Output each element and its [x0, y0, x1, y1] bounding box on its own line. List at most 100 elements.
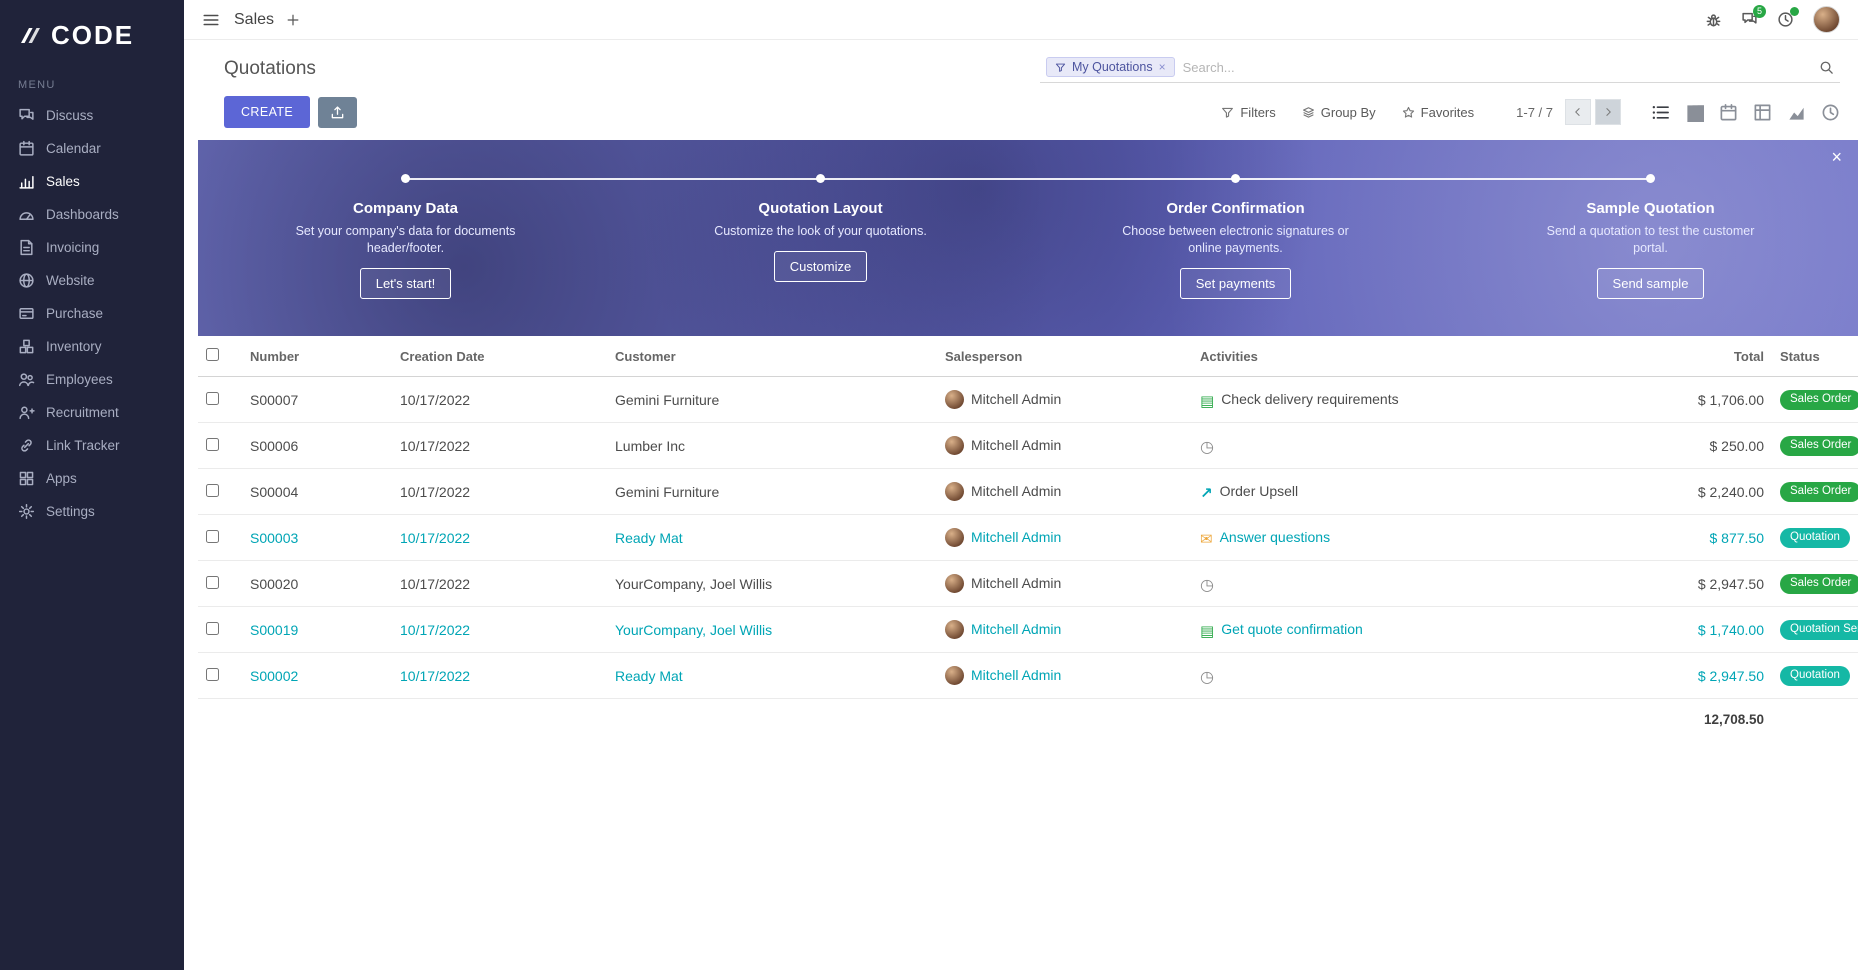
activity-list-icon[interactable]: ▤	[1200, 394, 1214, 409]
sidebar-item-label: Link Tracker	[46, 438, 120, 453]
cell-total: $ 1,706.00	[1677, 377, 1772, 423]
step-quotation-layout: Quotation Layout Customize the look of y…	[613, 140, 1028, 336]
activity-clock-icon[interactable]: ◷	[1200, 439, 1214, 455]
table-row[interactable]: S00002 10/17/2022 Ready Mat Mitchell Adm…	[198, 653, 1858, 699]
sidebar-item-invoicing[interactable]: Invoicing	[0, 231, 184, 264]
sidebar-item-calendar[interactable]: Calendar	[0, 132, 184, 165]
sidebar-item-label: Inventory	[46, 339, 102, 354]
row-checkbox[interactable]	[206, 484, 219, 497]
sidebar-item-apps[interactable]: Apps	[0, 462, 184, 495]
table-row[interactable]: S00003 10/17/2022 Ready Mat Mitchell Adm…	[198, 515, 1858, 561]
graph-view-button[interactable]	[1787, 103, 1806, 122]
facet-remove-icon[interactable]: ×	[1159, 60, 1166, 74]
pivot-view-button[interactable]	[1753, 103, 1772, 122]
topbar-right: 5	[1705, 6, 1840, 33]
step-dot	[816, 174, 825, 183]
control-panel: Quotations My Quotations × CREATE	[184, 40, 1858, 140]
sidebar-item-purchase[interactable]: Purchase	[0, 297, 184, 330]
status-badge: Sales Order	[1780, 436, 1858, 456]
sidebar-item-dashboards[interactable]: Dashboards	[0, 198, 184, 231]
current-app-name[interactable]: Sales	[234, 11, 274, 29]
search-bar[interactable]: My Quotations ×	[1040, 54, 1840, 83]
table-row[interactable]: S00007 10/17/2022 Gemini Furniture Mitch…	[198, 377, 1858, 423]
cell-customer: Gemini Furniture	[607, 377, 937, 423]
search-icon[interactable]	[1819, 60, 1834, 75]
salesperson-avatar	[945, 482, 964, 501]
kanban-view-button[interactable]	[1685, 103, 1704, 122]
brand-logo-icon	[18, 24, 42, 48]
lets-start-button[interactable]: Let's start!	[360, 268, 452, 299]
sidebar-item-website[interactable]: Website	[0, 264, 184, 297]
sidebar-item-settings[interactable]: Settings	[0, 495, 184, 528]
column-header-number[interactable]: Number	[242, 336, 392, 377]
brand-logo[interactable]: CODE	[0, 0, 184, 67]
sidebar-item-employees[interactable]: Employees	[0, 363, 184, 396]
cell-salesperson: Mitchell Admin	[937, 377, 1192, 423]
step-company-data: Company Data Set your company's data for…	[198, 140, 613, 336]
row-checkbox[interactable]	[206, 392, 219, 405]
status-badge: Quotation	[1780, 666, 1850, 686]
salesperson-avatar	[945, 574, 964, 593]
column-header-total[interactable]: Total	[1677, 336, 1772, 377]
sidebar-item-sales[interactable]: Sales	[0, 165, 184, 198]
column-header-customer[interactable]: Customer	[607, 336, 937, 377]
pager-previous-button[interactable]	[1565, 99, 1591, 125]
cell-total: $ 877.50	[1677, 515, 1772, 561]
sidebar-item-link-tracker[interactable]: Link Tracker	[0, 429, 184, 462]
row-checkbox[interactable]	[206, 622, 219, 635]
user-avatar[interactable]	[1813, 6, 1840, 33]
cell-number: S00019	[242, 607, 392, 653]
sidebar-item-label: Settings	[46, 504, 95, 519]
set-payments-button[interactable]: Set payments	[1180, 268, 1292, 299]
column-header-creation-date[interactable]: Creation Date	[392, 336, 607, 377]
search-facet[interactable]: My Quotations ×	[1046, 57, 1175, 77]
step-title: Company Data	[353, 200, 458, 217]
favorites-button[interactable]: Favorites	[1402, 105, 1474, 120]
debug-bug-icon[interactable]	[1705, 11, 1722, 28]
create-button[interactable]: CREATE	[224, 96, 310, 128]
messages-icon[interactable]: 5	[1741, 11, 1758, 28]
column-header-status[interactable]: Status	[1772, 336, 1858, 377]
add-tab-icon[interactable]	[286, 13, 300, 27]
quotations-table: Number Creation Date Customer Salesperso…	[198, 336, 1858, 741]
table-row[interactable]: S00006 10/17/2022 Lumber Inc Mitchell Ad…	[198, 423, 1858, 469]
row-checkbox[interactable]	[206, 438, 219, 451]
cell-status: Quotation	[1772, 515, 1858, 561]
row-checkbox[interactable]	[206, 530, 219, 543]
kanban-view-icon	[1685, 103, 1704, 122]
sidebar-item-recruitment[interactable]: Recruitment	[0, 396, 184, 429]
cell-activity: ✉Answer questions	[1192, 515, 1677, 561]
activity-mail-icon[interactable]: ✉	[1200, 532, 1213, 547]
select-all-checkbox[interactable]	[206, 348, 219, 361]
search-input[interactable]	[1183, 60, 1811, 75]
sidebar-item-label: Discuss	[46, 108, 93, 123]
group-by-button[interactable]: Group By	[1302, 105, 1376, 120]
filters-button[interactable]: Filters	[1221, 105, 1275, 120]
activity-chart-icon[interactable]: ↗	[1200, 486, 1213, 501]
cell-date: 10/17/2022	[392, 653, 607, 699]
hamburger-menu-icon[interactable]	[202, 11, 220, 29]
cell-number: S00002	[242, 653, 392, 699]
export-button[interactable]	[318, 97, 357, 128]
row-checkbox[interactable]	[206, 576, 219, 589]
calendar-view-button[interactable]	[1719, 103, 1738, 122]
activity-clock-icon[interactable]: ◷	[1200, 577, 1214, 593]
table-row[interactable]: S00019 10/17/2022 YourCompany, Joel Will…	[198, 607, 1858, 653]
column-header-salesperson[interactable]: Salesperson	[937, 336, 1192, 377]
list-view-button[interactable]	[1651, 103, 1670, 122]
cell-customer: YourCompany, Joel Willis	[607, 607, 937, 653]
activity-view-button[interactable]	[1821, 103, 1840, 122]
send-sample-button[interactable]: Send sample	[1597, 268, 1705, 299]
table-row[interactable]: S00020 10/17/2022 YourCompany, Joel Will…	[198, 561, 1858, 607]
row-checkbox[interactable]	[206, 668, 219, 681]
sidebar-item-inventory[interactable]: Inventory	[0, 330, 184, 363]
customize-button[interactable]: Customize	[774, 251, 867, 282]
activity-clock-icon[interactable]: ◷	[1200, 669, 1214, 685]
column-header-activities[interactable]: Activities	[1192, 336, 1677, 377]
pager-next-button[interactable]	[1595, 99, 1621, 125]
table-row[interactable]: S00004 10/17/2022 Gemini Furniture Mitch…	[198, 469, 1858, 515]
activity-list-icon[interactable]: ▤	[1200, 624, 1214, 639]
gear-icon	[18, 503, 35, 520]
activities-clock-icon[interactable]	[1777, 11, 1794, 28]
sidebar-item-discuss[interactable]: Discuss	[0, 99, 184, 132]
